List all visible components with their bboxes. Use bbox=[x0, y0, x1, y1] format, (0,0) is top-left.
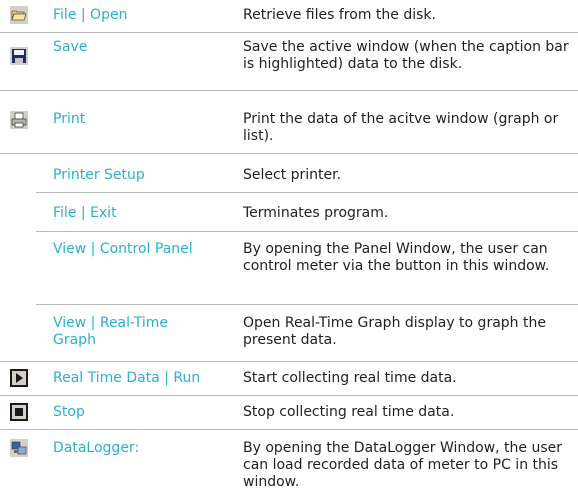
command-label: Printer Setup bbox=[53, 167, 145, 183]
command-label: DataLogger: bbox=[53, 440, 140, 456]
table-row: Printer Setup Select printer. bbox=[0, 154, 578, 192]
command-description: Print the data of the acitve window (gra… bbox=[243, 111, 559, 144]
command-description: Retrieve files from the disk. bbox=[243, 7, 436, 23]
icon-cell bbox=[0, 33, 36, 90]
table-row: DataLogger: By opening the DataLogger Wi… bbox=[0, 430, 578, 498]
command-label: View | Real-Time Graph bbox=[53, 315, 169, 348]
icon-cell bbox=[0, 0, 36, 32]
stop-icon[interactable] bbox=[10, 403, 28, 421]
command-description: Terminates program. bbox=[243, 205, 389, 221]
command-description: Open Real-Time Graph display to graph th… bbox=[243, 315, 546, 348]
table-row: Print Print the data of the acitve windo… bbox=[0, 91, 578, 154]
command-label: View | Control Panel bbox=[53, 241, 193, 257]
table-row: File | Exit Terminates program. bbox=[0, 193, 578, 231]
table-row: Save Save the active window (when the ca… bbox=[0, 33, 578, 91]
command-label: Print bbox=[53, 111, 86, 127]
table-row: View | Control Panel By opening the Pane… bbox=[0, 232, 578, 304]
command-description: Start collecting real time data. bbox=[243, 370, 457, 386]
table-row: Real Time Data | Run Start collecting re… bbox=[0, 362, 578, 396]
command-description: Select printer. bbox=[243, 167, 342, 183]
command-description: Save the active window (when the caption… bbox=[243, 39, 569, 72]
command-label: Save bbox=[53, 39, 88, 55]
floppy-disk-icon[interactable] bbox=[10, 47, 28, 65]
table-row: View | Real-Time Graph Open Real-Time Gr… bbox=[0, 305, 578, 362]
table-row: Stop Stop collecting real time data. bbox=[0, 396, 578, 430]
icon-cell bbox=[0, 91, 36, 153]
command-description: By opening the DataLogger Window, the us… bbox=[243, 440, 563, 490]
command-description: Stop collecting real time data. bbox=[243, 404, 455, 420]
icon-cell bbox=[0, 362, 36, 395]
command-label: File | Open bbox=[53, 7, 128, 23]
run-icon[interactable] bbox=[10, 369, 28, 387]
printer-icon[interactable] bbox=[10, 111, 28, 129]
command-description: By opening the Panel Window, the user ca… bbox=[243, 241, 550, 274]
folder-open-icon[interactable] bbox=[10, 6, 28, 24]
command-label: File | Exit bbox=[53, 205, 117, 221]
command-label: Real Time Data | Run bbox=[53, 370, 201, 386]
table-row: File | Open Retrieve files from the disk… bbox=[0, 0, 578, 33]
command-label: Stop bbox=[53, 404, 85, 420]
datalogger-icon[interactable] bbox=[10, 439, 28, 457]
icon-cell bbox=[0, 396, 36, 429]
icon-cell bbox=[0, 430, 36, 498]
